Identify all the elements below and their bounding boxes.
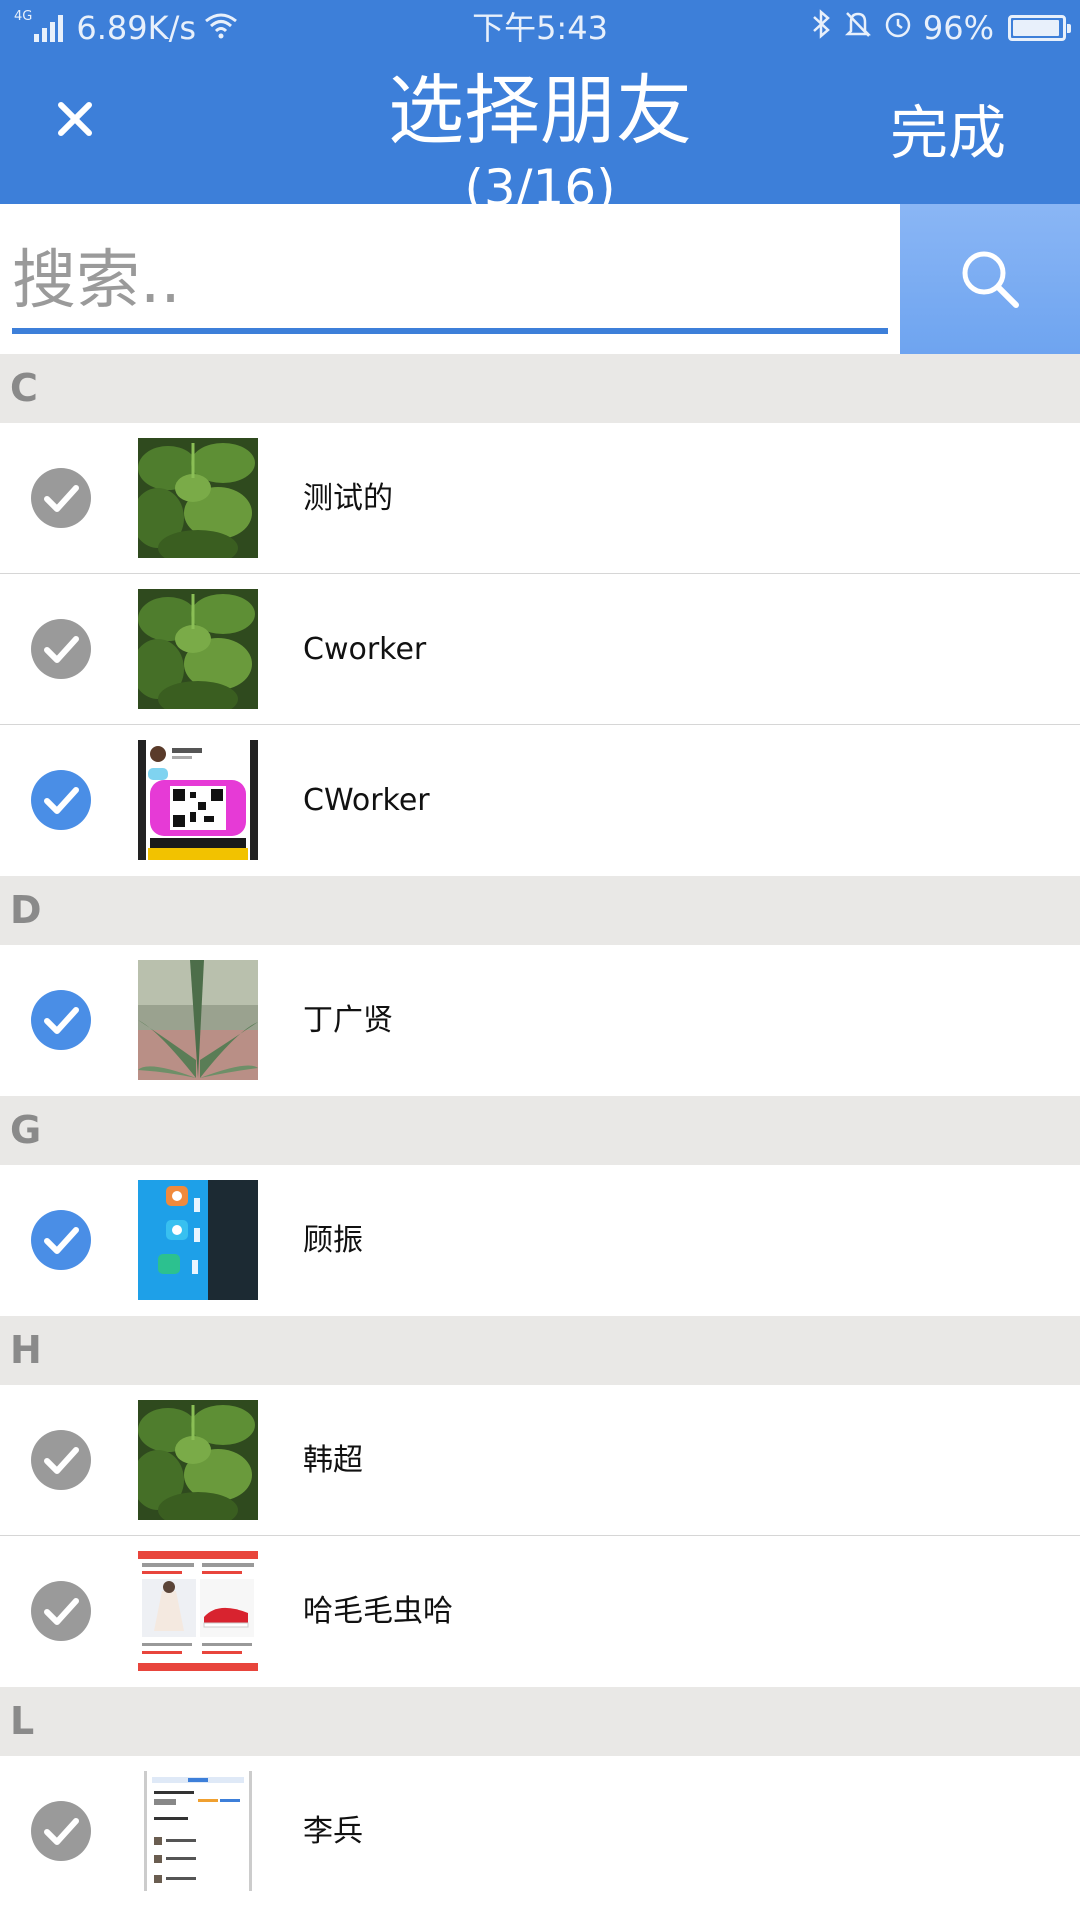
section-header-h: H — [0, 1316, 1080, 1385]
contact-row[interactable]: 韩超 — [0, 1385, 1080, 1536]
done-button[interactable]: 完成 — [890, 98, 1006, 168]
plant-photo — [138, 438, 258, 558]
battery-percent: 96% — [922, 9, 994, 47]
contact-row[interactable]: 丁广贤 — [0, 945, 1080, 1096]
contact-name: 哈毛毛虫哈 — [303, 1594, 453, 1629]
status-bar: 4G 6.89K/s 下午5:43 96% — [0, 0, 1080, 54]
battery-fill — [1013, 20, 1060, 36]
search-input[interactable] — [12, 234, 888, 334]
avatar — [138, 1551, 258, 1671]
contact-name: 测试的 — [303, 481, 393, 516]
contact-row[interactable]: 顾振 — [0, 1165, 1080, 1316]
avatar — [138, 960, 258, 1080]
contact-name: 李兵 — [303, 1814, 363, 1849]
contact-name: CWorker — [303, 783, 430, 818]
avatar — [138, 740, 258, 860]
search-bar — [0, 204, 1080, 354]
avatar — [138, 589, 258, 709]
contact-name: 顾振 — [303, 1223, 363, 1258]
bluetooth-icon — [809, 9, 833, 47]
unchecked-checkbox-icon[interactable] — [30, 1429, 92, 1491]
app-header: 选择朋友 (3/16) 完成 — [0, 54, 1080, 204]
search-icon — [962, 251, 1019, 308]
contact-name: Cworker — [303, 632, 427, 667]
checked-checkbox-icon[interactable] — [30, 769, 92, 831]
avatar — [138, 438, 258, 558]
phone-screen-photo — [138, 1180, 258, 1300]
contact-row[interactable]: 哈毛毛虫哈 — [0, 1536, 1080, 1687]
contact-name: 丁广贤 — [303, 1003, 393, 1038]
section-header-c: C — [0, 354, 1080, 423]
aloe-photo — [138, 960, 258, 1080]
contact-row[interactable]: Cworker — [0, 574, 1080, 725]
section-header-d: D — [0, 876, 1080, 945]
contact-name: 韩超 — [303, 1443, 363, 1478]
search-button[interactable] — [900, 204, 1080, 354]
checked-checkbox-icon[interactable] — [30, 1209, 92, 1271]
plant-photo — [138, 589, 258, 709]
contact-row[interactable]: CWorker — [0, 725, 1080, 876]
section-header-l: L — [0, 1687, 1080, 1756]
contact-row[interactable]: 测试的 — [0, 423, 1080, 574]
app-screenshot-image — [138, 1771, 258, 1891]
unchecked-checkbox-icon[interactable] — [30, 1580, 92, 1642]
alarm-icon — [883, 9, 913, 47]
shopping-ad-image — [138, 1551, 258, 1671]
qr-code-image — [138, 740, 258, 860]
mute-bell-icon — [843, 9, 873, 47]
unchecked-checkbox-icon[interactable] — [30, 1800, 92, 1862]
unchecked-checkbox-icon[interactable] — [30, 467, 92, 529]
plant-photo — [138, 1400, 258, 1520]
checked-checkbox-icon[interactable] — [30, 989, 92, 1051]
contact-row[interactable]: 李兵 — [0, 1756, 1080, 1907]
contact-list: C 测试的 Cworker CWorker D 丁广贤 G 顾振 H 韩超 哈毛… — [0, 354, 1080, 1907]
section-header-g: G — [0, 1096, 1080, 1165]
avatar — [138, 1771, 258, 1891]
avatar — [138, 1400, 258, 1520]
avatar — [138, 1180, 258, 1300]
status-right: 96% — [809, 8, 1071, 48]
battery-icon — [1008, 15, 1071, 41]
unchecked-checkbox-icon[interactable] — [30, 618, 92, 680]
